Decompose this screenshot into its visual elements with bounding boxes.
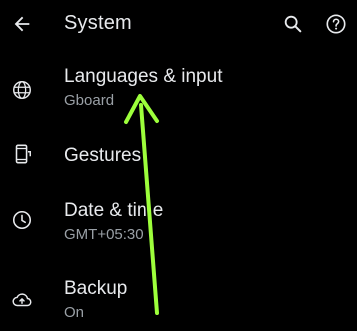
settings-item-title: Backup xyxy=(64,278,128,299)
help-icon xyxy=(326,14,346,34)
settings-item-title: Gestures xyxy=(64,145,142,166)
settings-item-subtitle: GMT+05:30 xyxy=(64,226,144,243)
globe-icon xyxy=(10,78,34,102)
settings-item-languages-input[interactable]: Languages & input Gboard xyxy=(0,56,357,118)
phone-gesture-icon xyxy=(10,142,34,166)
settings-item-title: Date & time xyxy=(64,200,164,221)
settings-item-gestures[interactable]: Gestures xyxy=(0,128,357,178)
clock-icon xyxy=(10,208,34,232)
cloud-upload-icon xyxy=(10,288,34,312)
settings-item-subtitle: Gboard xyxy=(64,92,115,109)
page-title: System xyxy=(64,12,132,34)
back-button[interactable] xyxy=(6,8,38,40)
settings-item-title: Languages & input xyxy=(64,66,223,87)
settings-screen: System Languages & input Gboard Gestures… xyxy=(0,0,357,331)
help-button[interactable] xyxy=(320,8,352,40)
search-button[interactable] xyxy=(277,8,309,40)
settings-item-date-time[interactable]: Date & time GMT+05:30 xyxy=(0,190,357,252)
settings-item-backup[interactable]: Backup On xyxy=(0,268,357,330)
settings-item-subtitle: On xyxy=(64,304,85,321)
back-arrow-icon xyxy=(14,16,30,32)
top-app-bar: System xyxy=(0,0,357,50)
search-icon xyxy=(284,15,302,33)
